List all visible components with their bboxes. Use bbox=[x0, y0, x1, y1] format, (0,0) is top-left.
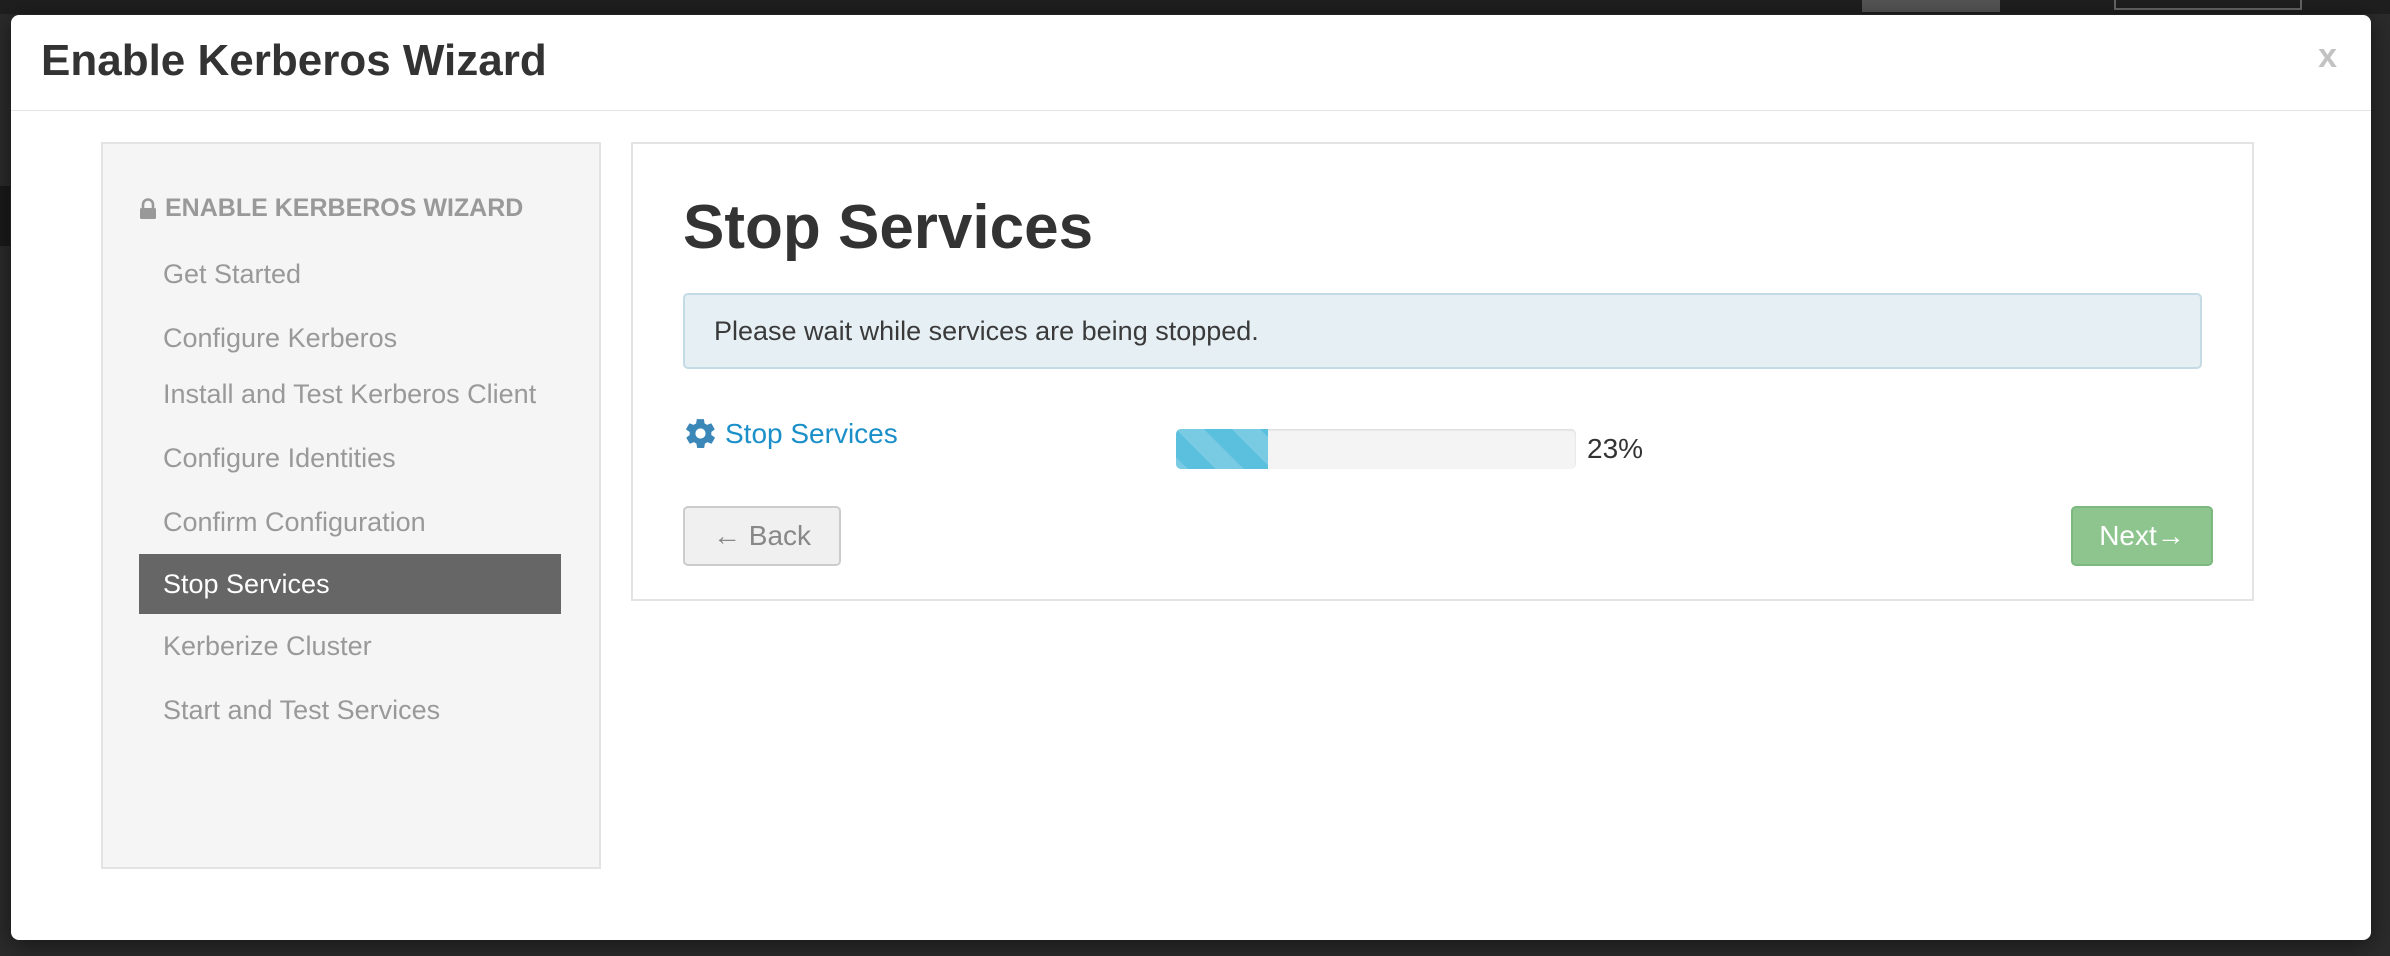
sidebar-step-confirm-configuration[interactable]: Confirm Configuration bbox=[139, 490, 561, 554]
step-label: Confirm Configuration bbox=[163, 507, 426, 537]
info-alert-text: Please wait while services are being sto… bbox=[714, 315, 1259, 346]
sidebar-step-configure-identities[interactable]: Configure Identities bbox=[139, 426, 561, 490]
progress-fill bbox=[1176, 429, 1268, 469]
sidebar-step-configure-kerberos[interactable]: Configure Kerberos bbox=[139, 306, 561, 370]
next-button[interactable]: Next→ bbox=[2071, 506, 2213, 566]
task-row: Stop Services bbox=[683, 416, 898, 451]
modal-title: Enable Kerberos Wizard bbox=[41, 36, 547, 85]
lock-icon bbox=[140, 197, 156, 219]
step-label: Get Started bbox=[163, 259, 302, 289]
sidebar-step-kerberize-cluster[interactable]: Kerberize Cluster bbox=[139, 614, 561, 678]
wizard-sidebar: ENABLE KERBEROS WIZARD Get Started Confi… bbox=[101, 142, 601, 869]
stop-services-progress-bar bbox=[1176, 429, 1576, 469]
sidebar-header: ENABLE KERBEROS WIZARD bbox=[139, 194, 523, 223]
next-button-label: Next→ bbox=[2099, 520, 2185, 551]
background-app-strip bbox=[0, 0, 2390, 14]
step-label: Install and Test Kerberos Client bbox=[163, 379, 537, 409]
wizard-steps-list: Get Started Configure Kerberos Install a… bbox=[139, 242, 561, 742]
sidebar-header-label: ENABLE KERBEROS WIZARD bbox=[165, 194, 524, 222]
back-button[interactable]: ← Back bbox=[683, 506, 841, 566]
page-title: Stop Services bbox=[683, 193, 1094, 262]
step-label: Kerberize Cluster bbox=[163, 631, 372, 661]
step-label: Start and Test Services bbox=[163, 695, 441, 725]
sidebar-step-install-test-client[interactable]: Install and Test Kerberos Client bbox=[139, 370, 561, 426]
stop-services-task-link[interactable]: Stop Services bbox=[725, 418, 898, 450]
step-label: Configure Identities bbox=[163, 443, 396, 473]
background-tab bbox=[1862, 0, 2000, 12]
background-sidebar-edge bbox=[0, 186, 10, 246]
wizard-modal: Enable Kerberos Wizard x ENABLE KERBEROS… bbox=[11, 15, 2371, 940]
sidebar-step-get-started[interactable]: Get Started bbox=[139, 242, 561, 306]
sidebar-step-stop-services[interactable]: Stop Services bbox=[139, 554, 561, 614]
back-button-label: ← Back bbox=[712, 520, 812, 551]
info-alert: Please wait while services are being sto… bbox=[683, 293, 2202, 369]
background-tab-outline bbox=[2114, 0, 2302, 10]
modal-header: Enable Kerberos Wizard x bbox=[11, 15, 2371, 111]
progress-percent-label: 23% bbox=[1587, 433, 1644, 464]
gear-icon bbox=[686, 419, 715, 448]
close-button[interactable]: x bbox=[2318, 39, 2337, 73]
step-label: Configure Kerberos bbox=[163, 323, 398, 353]
sidebar-step-start-test-services[interactable]: Start and Test Services bbox=[139, 678, 561, 742]
step-label: Stop Services bbox=[163, 569, 330, 599]
wizard-content-panel: Stop Services Please wait while services… bbox=[631, 142, 2254, 601]
